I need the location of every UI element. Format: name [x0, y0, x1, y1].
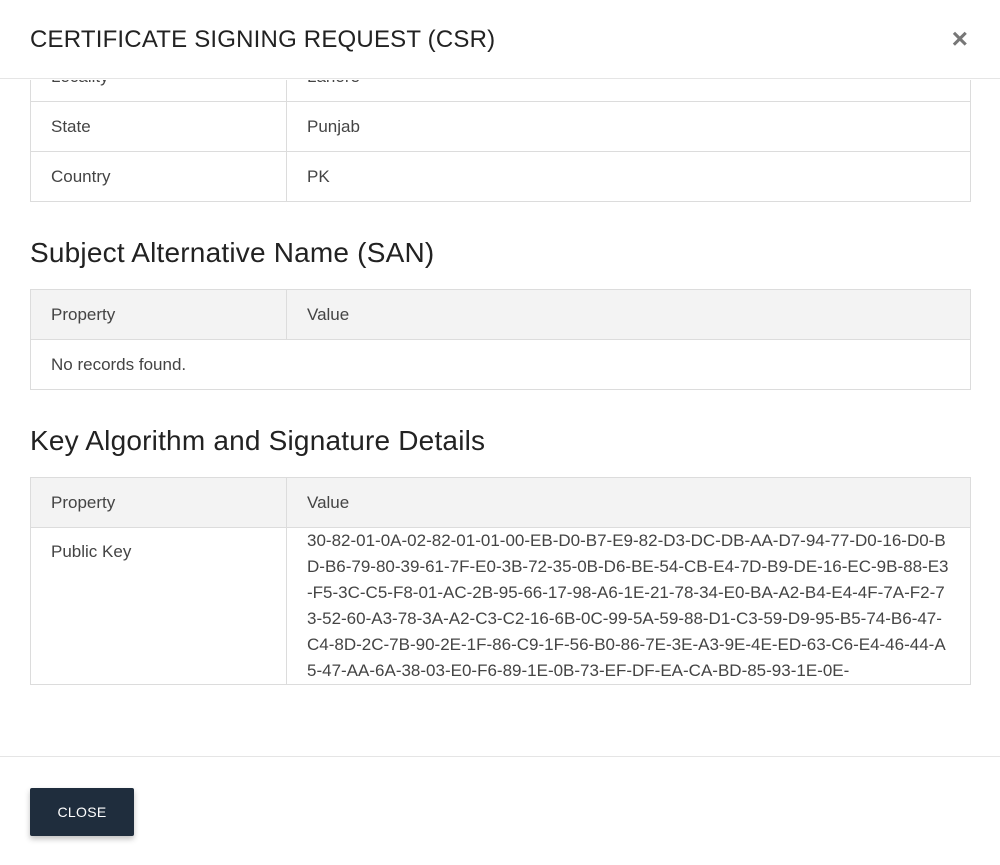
property-cell: State [30, 101, 287, 152]
table-row: Country PK [30, 151, 971, 202]
property-cell: Locality [30, 80, 287, 102]
dialog-title: CERTIFICATE SIGNING REQUEST (CSR) [30, 26, 496, 53]
value-cell: Punjab [286, 101, 971, 152]
san-heading: Subject Alternative Name (SAN) [30, 237, 435, 268]
table-header-row: Property Value [30, 477, 971, 528]
table-row: Locality Lahore [30, 80, 971, 102]
csr-dialog: CERTIFICATE SIGNING REQUEST (CSR) × Loca… [0, 0, 1000, 865]
table-row: Public Key 30-82-01-0A-02-82-01-01-00-EB… [30, 527, 971, 685]
empty-message: No records found. [30, 339, 971, 390]
value-cell: PK [286, 151, 971, 202]
dialog-scroll-content: Locality Lahore State Punjab Country PK … [30, 80, 971, 685]
dialog-body[interactable]: Locality Lahore State Punjab Country PK … [0, 80, 1000, 755]
dialog-footer: CLOSE [0, 756, 1000, 865]
public-key-value: 30-82-01-0A-02-82-01-01-00-EB-D0-B7-E9-8… [286, 527, 971, 685]
property-cell: Public Key [30, 527, 287, 685]
san-table: Property Value No records found. [30, 289, 971, 390]
column-header-property: Property [30, 289, 287, 340]
table-row: State Punjab [30, 101, 971, 152]
table-row: No records found. [30, 339, 971, 390]
table-header-row: Property Value [30, 289, 971, 340]
close-button[interactable]: CLOSE [30, 788, 134, 836]
value-cell: Lahore [286, 80, 971, 102]
subject-table: Locality Lahore State Punjab Country PK [30, 80, 971, 202]
column-header-value: Value [286, 289, 971, 340]
column-header-value: Value [286, 477, 971, 528]
key-details-heading: Key Algorithm and Signature Details [30, 425, 486, 456]
column-header-property: Property [30, 477, 287, 528]
dialog-header: CERTIFICATE SIGNING REQUEST (CSR) × [0, 0, 1000, 79]
property-cell: Country [30, 151, 287, 202]
close-icon[interactable]: × [952, 24, 968, 54]
key-details-table: Property Value Public Key 30-82-01-0A-02… [30, 477, 971, 685]
